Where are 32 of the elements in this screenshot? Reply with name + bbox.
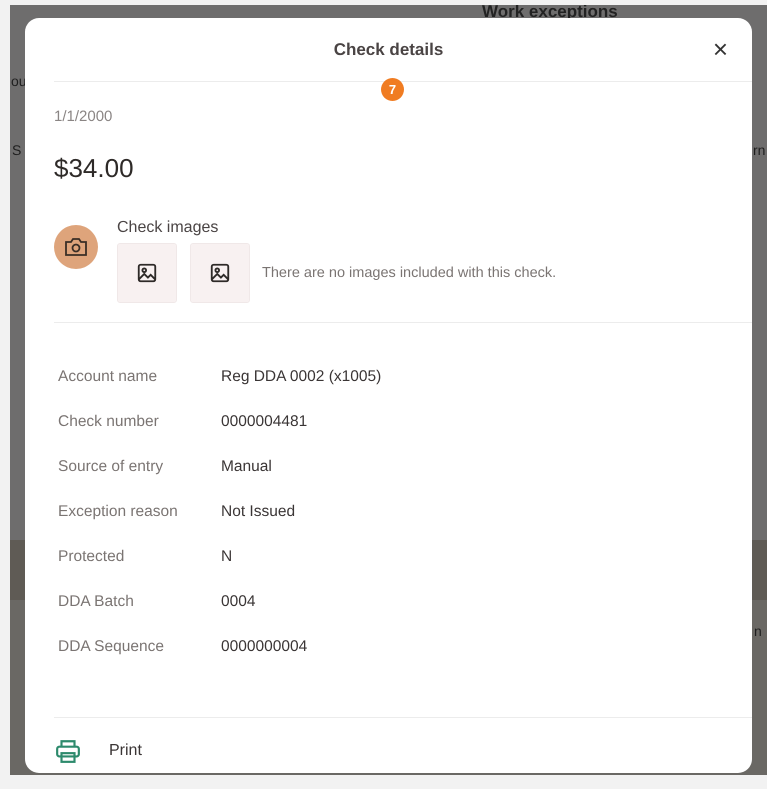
check-date: 1/1/2000 bbox=[54, 108, 114, 125]
field-value: 0004 bbox=[221, 592, 256, 610]
background-text: rn bbox=[753, 142, 766, 158]
step-badge: 7 bbox=[381, 78, 404, 101]
field-label: Account name bbox=[58, 368, 158, 386]
dialog-title: Check details bbox=[334, 40, 444, 60]
image-placeholder[interactable] bbox=[190, 243, 250, 303]
field-value: N bbox=[221, 548, 232, 566]
check-amount: $34.00 bbox=[54, 153, 135, 184]
image-placeholder[interactable] bbox=[117, 243, 177, 303]
field-value: Not Issued bbox=[221, 502, 296, 520]
page-title: Work exceptions bbox=[482, 5, 618, 22]
field-value: 0000004481 bbox=[221, 412, 308, 430]
field-label: DDA Batch bbox=[58, 592, 135, 610]
close-button[interactable]: × bbox=[710, 36, 730, 62]
field-label: Check number bbox=[58, 412, 160, 430]
image-icon bbox=[136, 262, 158, 284]
field-value: Manual bbox=[221, 458, 272, 476]
printer-icon bbox=[55, 738, 81, 764]
background-text: n bbox=[754, 623, 762, 639]
field-label: Exception reason bbox=[58, 502, 179, 520]
field-value: 0000000004 bbox=[221, 638, 308, 656]
no-images-message: There are no images included with this check. bbox=[262, 265, 556, 281]
field-value: Reg DDA 0002 (x1005) bbox=[221, 368, 382, 386]
camera-icon bbox=[54, 225, 98, 269]
background-text: S bbox=[12, 142, 22, 158]
print-button[interactable]: Print bbox=[55, 738, 142, 764]
section-heading: Check images bbox=[117, 219, 220, 237]
field-label: Protected bbox=[58, 548, 126, 566]
field-label: Source of entry bbox=[58, 458, 164, 476]
image-icon bbox=[209, 262, 231, 284]
field-label: DDA Sequence bbox=[58, 638, 165, 656]
